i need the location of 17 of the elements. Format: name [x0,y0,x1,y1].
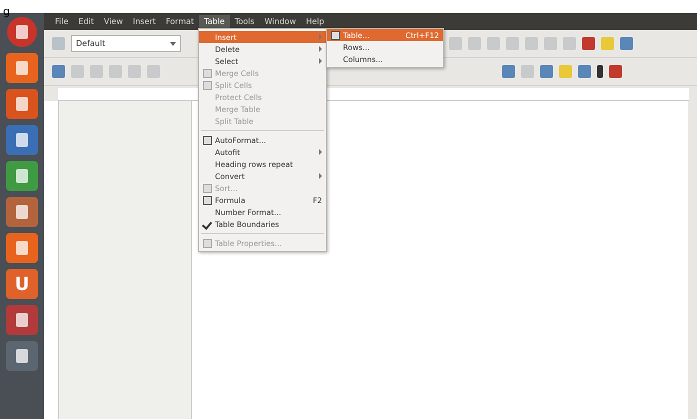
submenu-arrow-icon [319,173,322,179]
menu-item[interactable]: View [98,15,128,28]
app-icon[interactable] [6,233,38,263]
menu-item[interactable]: Edit [73,15,99,28]
caret-icon [170,42,176,46]
submenu-arrow-icon [319,149,322,155]
menu-item[interactable]: Insert [128,15,161,28]
menu-item[interactable]: Window [259,15,301,28]
toolbar-icon[interactable] [597,65,603,78]
menu-item[interactable]: Format [160,15,200,28]
launcher-app-button[interactable]: U [6,269,38,299]
menu-item[interactable]: Table [199,15,230,28]
app-icon[interactable] [6,53,38,83]
menu-item[interactable]: Help [300,15,330,28]
style-dropdown[interactable]: Default [71,35,181,52]
menu-item[interactable]: Tools [230,15,260,28]
menu-item[interactable]: File [50,15,74,28]
